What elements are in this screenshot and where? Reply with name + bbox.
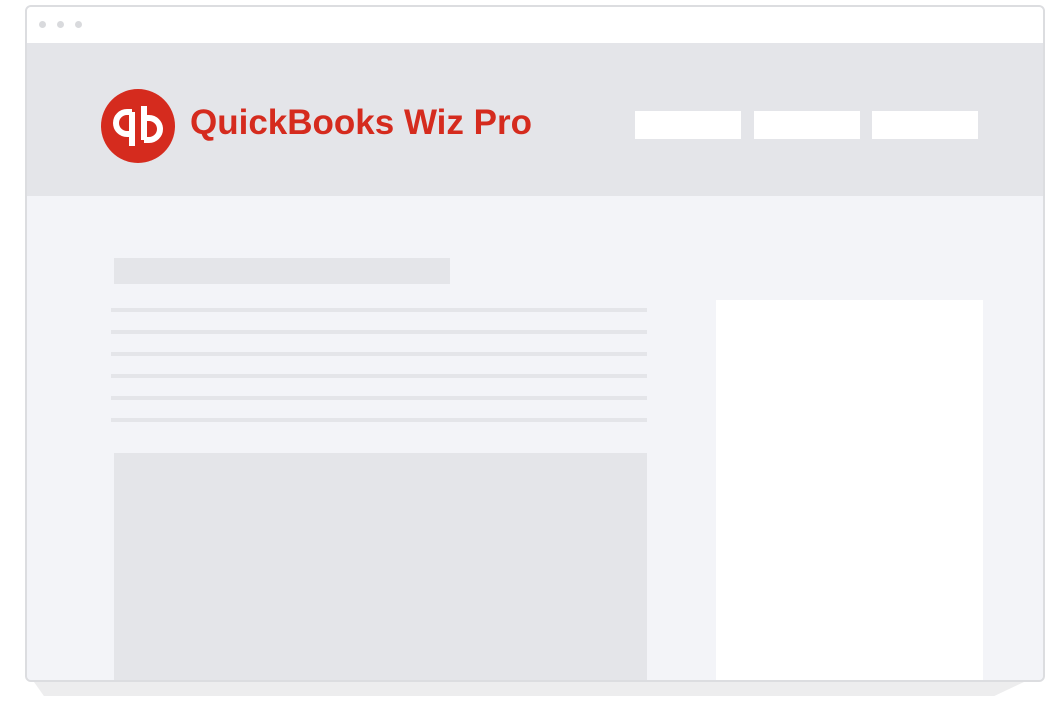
quickbooks-logo-icon[interactable] bbox=[101, 89, 175, 163]
text-line-placeholder bbox=[111, 352, 647, 356]
nav-item-3[interactable] bbox=[872, 111, 978, 139]
text-line-placeholder bbox=[111, 308, 647, 312]
text-line-placeholder bbox=[111, 418, 647, 422]
quickbooks-logo-svg bbox=[101, 89, 175, 163]
window-maximize-dot[interactable] bbox=[75, 21, 82, 28]
text-line-placeholder bbox=[111, 396, 647, 400]
media-placeholder bbox=[114, 453, 647, 680]
heading-placeholder bbox=[114, 258, 450, 284]
sidebar-card bbox=[716, 300, 983, 680]
browser-window: QuickBooks Wiz Pro bbox=[25, 5, 1045, 682]
nav-item-2[interactable] bbox=[754, 111, 860, 139]
text-line-placeholder bbox=[111, 374, 647, 378]
site-header: QuickBooks Wiz Pro bbox=[27, 43, 1043, 196]
window-titlebar bbox=[27, 7, 1043, 43]
window-shadow bbox=[34, 682, 1024, 696]
page-content bbox=[27, 196, 1043, 680]
text-line-placeholder bbox=[111, 330, 647, 334]
brand-name[interactable]: QuickBooks Wiz Pro bbox=[190, 101, 532, 145]
window-minimize-dot[interactable] bbox=[57, 21, 64, 28]
stage: QuickBooks Wiz Pro bbox=[0, 0, 1061, 701]
nav-item-1[interactable] bbox=[635, 111, 741, 139]
window-close-dot[interactable] bbox=[39, 21, 46, 28]
